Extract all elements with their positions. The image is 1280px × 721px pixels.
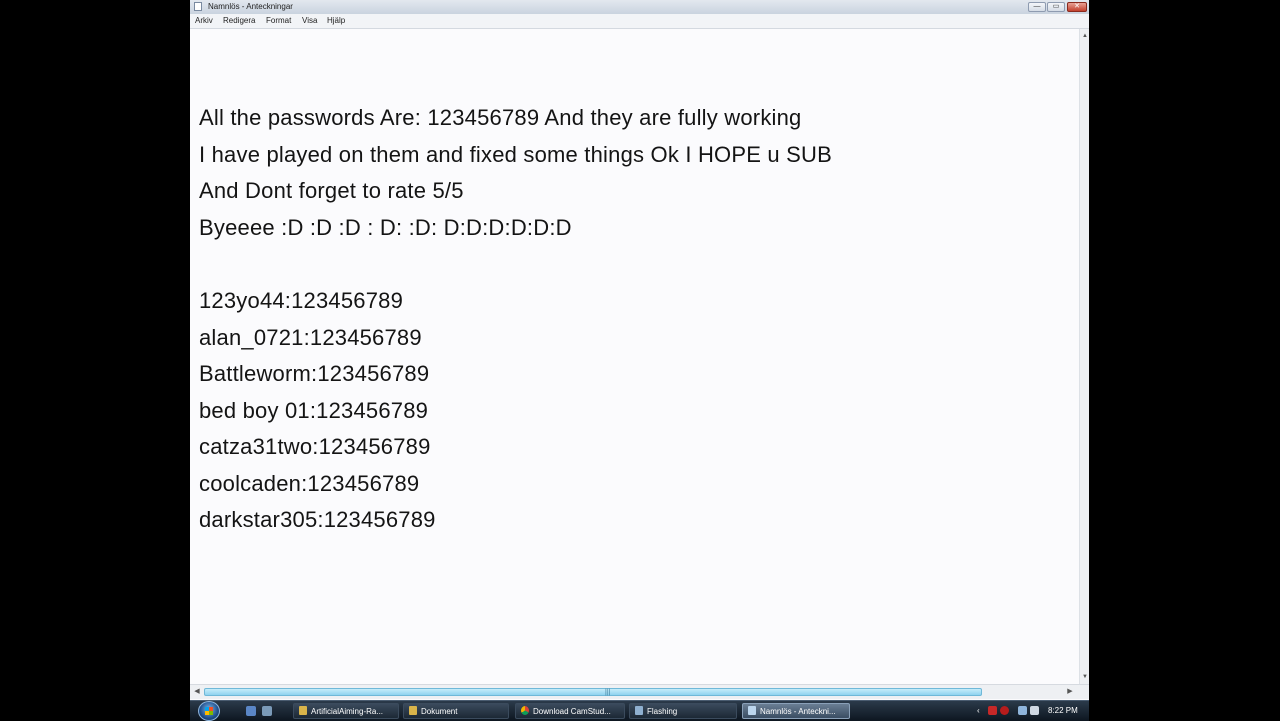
menu-item-format[interactable]: Format [264, 14, 293, 28]
text-line: bed boy 01:123456789 [199, 398, 429, 423]
switch-windows-icon[interactable] [262, 706, 272, 716]
text-line: Byeeee :D :D :D : D: :D: D:D:D:D:D:D [199, 215, 572, 240]
taskbar: ArtificialAiming-Ra... Dokument Download… [190, 700, 1089, 721]
antivirus-icon[interactable] [1000, 706, 1009, 715]
task-button-notepad[interactable]: Namnlös - Anteckni... [742, 703, 850, 719]
text-line: 123yo44:123456789 [199, 288, 404, 313]
scroll-left-arrow-icon[interactable]: ◀ [192, 687, 202, 697]
menu-item-visa[interactable]: Visa [300, 14, 319, 28]
task-button-flashing[interactable]: Flashing [629, 703, 737, 719]
text-line: coolcaden:123456789 [199, 471, 420, 496]
system-tray: ‹ 8:22 PM [972, 703, 1087, 719]
text-line: alan_0721:123456789 [199, 325, 422, 350]
text-line: All the passwords Are: 123456789 And the… [199, 105, 802, 130]
show-desktop-icon[interactable] [246, 706, 256, 716]
scroll-up-arrow-icon[interactable]: ▲ [1081, 31, 1089, 41]
horizontal-scroll-thumb[interactable]: ||| [204, 688, 982, 696]
text-line: darkstar305:123456789 [199, 507, 436, 532]
text-line: catza31two:123456789 [199, 434, 431, 459]
horizontal-scrollbar[interactable]: ◀ ||| ▶ [190, 684, 1089, 699]
menu-item-redigera[interactable]: Redigera [221, 14, 257, 28]
menu-item-hjalp[interactable]: Hjälp [325, 14, 347, 28]
task-button-artificialaiming[interactable]: ArtificialAiming-Ra... [293, 703, 399, 719]
tray-expand-icon[interactable]: ‹ [977, 703, 980, 719]
menu-item-arkiv[interactable]: Arkiv [193, 14, 215, 28]
vertical-scrollbar[interactable]: ▲ ▼ [1079, 29, 1089, 684]
folder-icon [635, 706, 643, 715]
folder-icon [409, 706, 417, 715]
volume-icon[interactable] [1030, 706, 1039, 715]
notepad-window: Namnlös - Anteckningar — ▭ ✕ Arkiv Redig… [190, 0, 1089, 700]
network-icon[interactable] [1018, 706, 1027, 715]
grip-icon: ||| [605, 689, 611, 696]
close-button[interactable]: ✕ [1067, 2, 1087, 12]
minimize-button[interactable]: — [1028, 2, 1046, 12]
chrome-icon [521, 706, 529, 715]
text-line: And Dont forget to rate 5/5 [199, 178, 464, 203]
task-button-download-camstudio[interactable]: Download CamStud... [515, 703, 625, 719]
maximize-button[interactable]: ▭ [1047, 2, 1065, 12]
menu-bar: Arkiv Redigera Format Visa Hjälp [190, 14, 1089, 29]
folder-icon [299, 706, 307, 715]
text-line: I have played on them and fixed some thi… [199, 142, 833, 167]
scroll-right-arrow-icon[interactable]: ▶ [1065, 687, 1075, 697]
gmail-icon[interactable] [988, 706, 997, 715]
title-bar[interactable]: Namnlös - Anteckningar — ▭ ✕ [190, 0, 1089, 15]
window-title: Namnlös - Anteckningar [208, 2, 293, 11]
notepad-icon [194, 2, 202, 11]
start-button[interactable] [198, 701, 220, 721]
text-line: Battleworm:123456789 [199, 361, 430, 386]
notepad-icon [748, 706, 756, 715]
task-button-dokument[interactable]: Dokument [403, 703, 509, 719]
scroll-down-arrow-icon[interactable]: ▼ [1081, 672, 1089, 682]
clock[interactable]: 8:22 PM [1048, 703, 1078, 719]
text-editor[interactable]: All the passwords Are: 123456789 And the… [190, 29, 1079, 684]
